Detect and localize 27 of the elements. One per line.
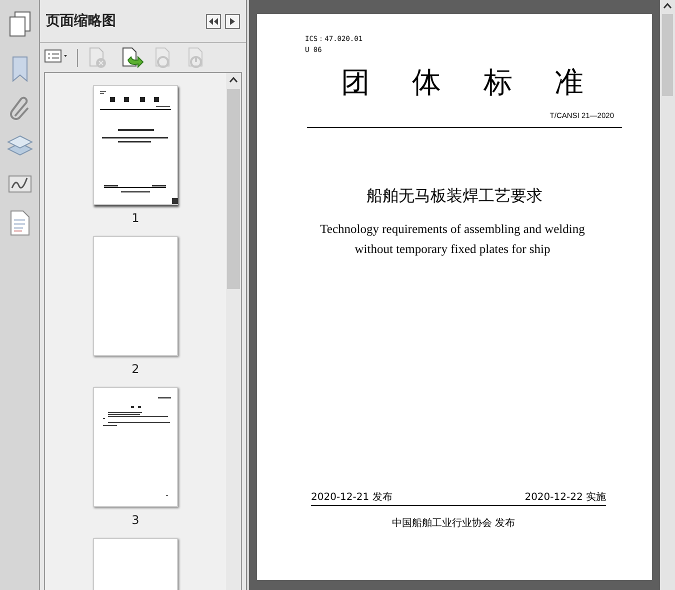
english-title: Technology requirements of assembling and welding without temporary fixed plates for ship — [319, 221, 586, 258]
scrollbar-thumb[interactable] — [662, 14, 673, 96]
page-thumbnail[interactable] — [93, 387, 178, 507]
collapse-button[interactable] — [206, 14, 221, 28]
page-number: 1 — [132, 211, 140, 225]
effective-date: 2020-12-22 实施 — [524, 490, 606, 504]
double-arrow-icon — [209, 18, 218, 24]
toolbar-button[interactable] — [120, 46, 144, 68]
scrollbar-thumb[interactable] — [227, 89, 240, 289]
resize-handle[interactable] — [172, 198, 178, 204]
page-thumbnail[interactable] — [93, 85, 178, 205]
expand-button[interactable] — [225, 14, 240, 28]
document-icon[interactable] — [10, 210, 30, 236]
publisher: 中国船舶工业行业协会 发布 — [390, 516, 516, 530]
page-thumbnail[interactable] — [93, 236, 178, 356]
page-number: 2 — [132, 362, 140, 376]
pages-icon[interactable] — [8, 11, 30, 37]
panel-title: 页面缩略图 — [46, 12, 117, 30]
paperclip-icon[interactable] — [8, 96, 30, 120]
standard-heading: 团 体 标 准 — [341, 64, 585, 100]
page-number: 3 — [132, 513, 140, 527]
document-title: 船舶无马板装焊工艺要求 — [366, 186, 544, 207]
layers-icon[interactable] — [6, 134, 32, 158]
insert-page-icon — [120, 46, 144, 68]
issue-date: 2020-12-21 发布 — [311, 491, 392, 504]
arrow-icon — [230, 18, 235, 24]
bookmark-icon[interactable] — [10, 56, 28, 82]
